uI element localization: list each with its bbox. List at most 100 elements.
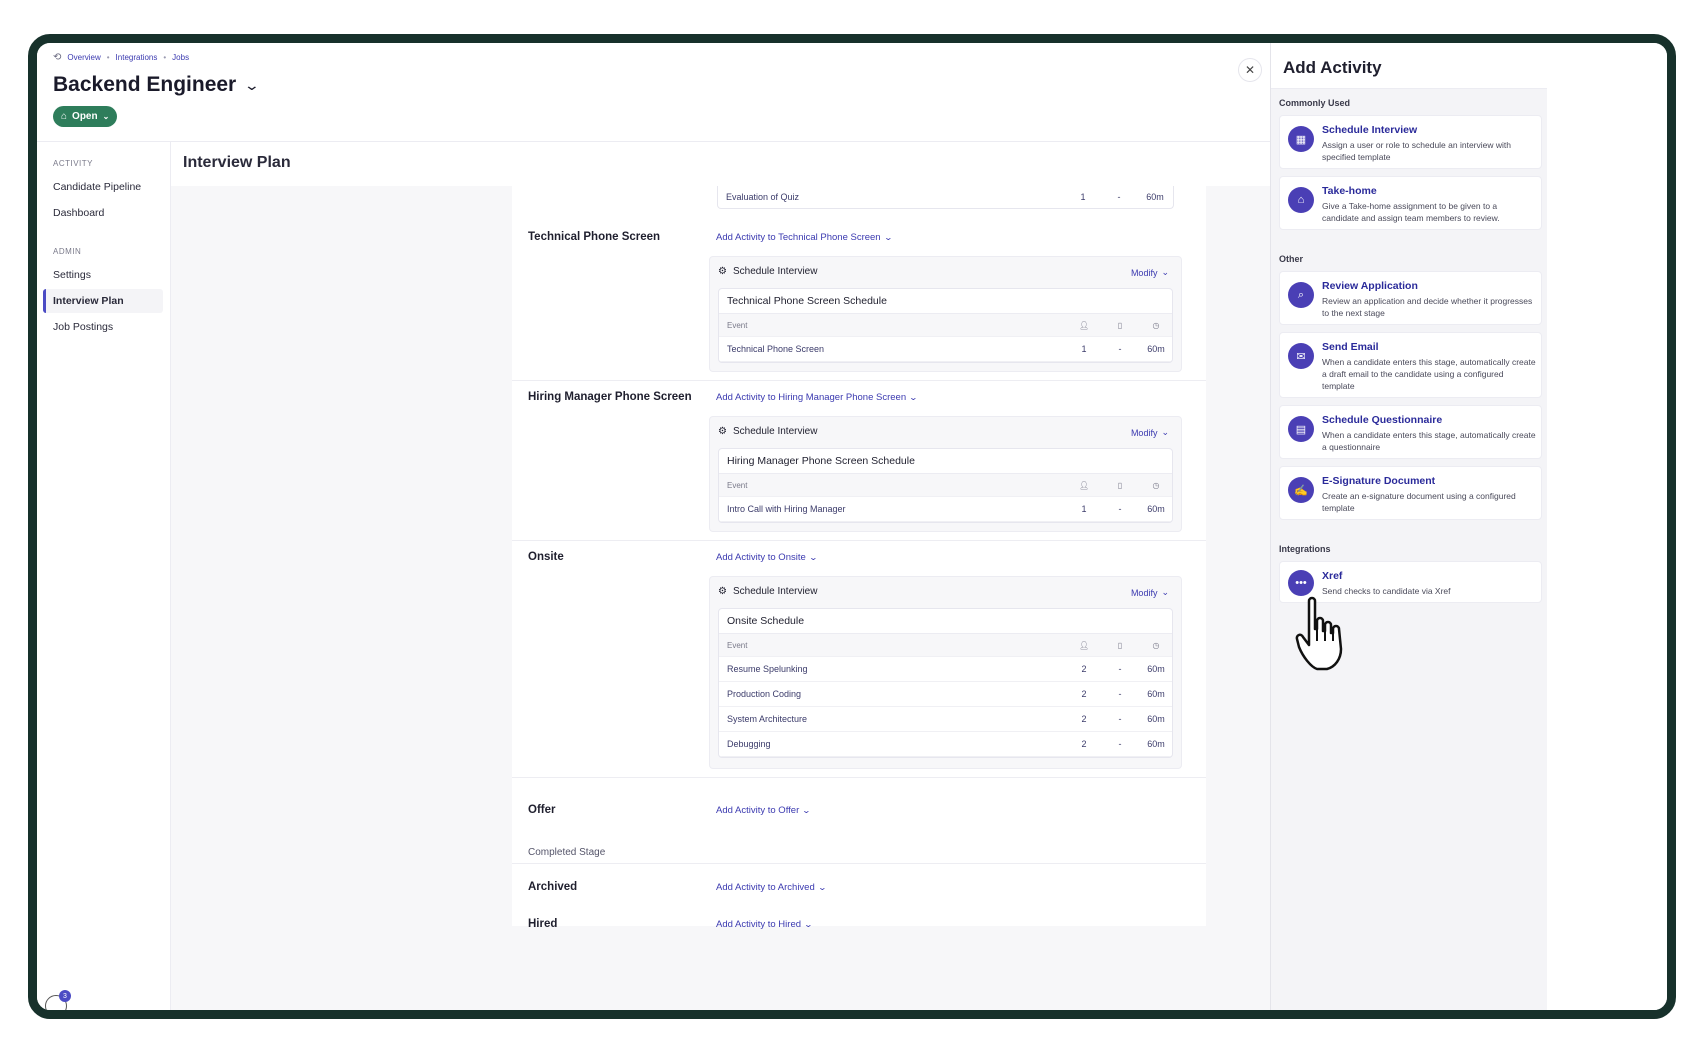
activity-header: ⚙ Schedule Interview — [718, 586, 817, 597]
modify-label: Modify — [1130, 267, 1158, 278]
activity-option-review-application[interactable]: ⌕ Review Application Review an applicati… — [1279, 271, 1542, 325]
job-status-label: Open — [72, 111, 98, 122]
close-drawer-button[interactable]: ✕ — [1238, 58, 1262, 82]
breadcrumb-jobs[interactable]: Jobs — [172, 53, 189, 62]
duration: 60m — [1147, 714, 1165, 724]
previous-schedule-card: Evaluation of Quiz 1 - 60m — [717, 186, 1174, 209]
add-activity-dropdown[interactable]: Add Activity to Technical Phone Screen ⌄ — [716, 232, 893, 243]
add-activity-dropdown[interactable]: Add Activity to Hired ⌄ — [716, 919, 814, 930]
job-title: Backend Engineer — [53, 73, 237, 96]
room-value: - — [1117, 192, 1121, 202]
job-title-dropdown[interactable]: Backend Engineer ⌄ — [53, 73, 260, 97]
chevron-down-icon: ⌄ — [1161, 427, 1169, 437]
nav-item-interview-plan[interactable]: Interview Plan — [43, 289, 163, 313]
modify-button[interactable]: Modify ⌄ — [1131, 587, 1169, 598]
add-activity-dropdown[interactable]: Add Activity to Offer ⌄ — [716, 805, 811, 816]
activity-option-description: When a candidate enters this stage, auto… — [1322, 357, 1536, 391]
interviewer-count: 2 — [1081, 714, 1087, 724]
duration: 60m — [1147, 344, 1165, 354]
modify-button[interactable]: Modify ⌄ — [1131, 267, 1169, 278]
activity-option-description: Give a Take-home assignment to be given … — [1322, 201, 1500, 223]
interviewer-count: 1 — [1081, 344, 1087, 354]
activity-option-schedule-interview[interactable]: ▦ Schedule Interview Assign a user or ro… — [1279, 115, 1542, 169]
stage-name: Technical Phone Screen — [528, 231, 661, 243]
chevron-down-icon: ⌄ — [908, 393, 919, 402]
person-icon: 👤︎ — [1079, 320, 1090, 330]
add-activity-label: Add Activity to Hiring Manager Phone Scr… — [716, 392, 907, 403]
interview-plan-panel: Evaluation of Quiz 1 - 60m Technical Pho… — [512, 186, 1206, 930]
nav-item-dashboard[interactable]: Dashboard — [43, 201, 163, 225]
building-icon: ⌂ — [61, 111, 68, 122]
event-name: Debugging — [727, 739, 771, 749]
add-activity-label: Add Activity to Hired — [716, 919, 802, 930]
duration: 60m — [1146, 192, 1164, 202]
gear-icon: ⚙ — [718, 266, 727, 277]
activity-option-description: When a candidate enters this stage, auto… — [1322, 430, 1536, 452]
breadcrumb-integrations[interactable]: Integrations — [116, 53, 158, 62]
job-status-button[interactable]: ⌂ Open ⌄ — [53, 106, 118, 127]
add-activity-dropdown[interactable]: Add Activity to Archived ⌄ — [716, 882, 827, 893]
duration: 60m — [1147, 689, 1165, 699]
activity-header: ⚙ Schedule Interview — [718, 426, 817, 437]
nav-item-settings[interactable]: Settings — [43, 263, 163, 287]
breadcrumb-overview[interactable]: Overview — [67, 53, 100, 62]
completed-stage-heading: Completed Stage — [528, 847, 606, 858]
stage-name: Offer — [528, 804, 556, 816]
calendar-icon: ▦ — [1288, 126, 1314, 152]
modify-button[interactable]: Modify ⌄ — [1131, 427, 1169, 438]
activity-type: Schedule Interview — [732, 266, 818, 277]
gear-icon: ⚙ — [718, 586, 727, 597]
screen-frame: ⟲ Overview • Integrations • Jobs Backend… — [28, 34, 1676, 1019]
interviewer-count: 1 — [1080, 192, 1086, 202]
modify-label: Modify — [1130, 587, 1158, 598]
activity-option-send-email[interactable]: ✉ Send Email When a candidate enters thi… — [1279, 332, 1542, 398]
schedule-title: Hiring Manager Phone Screen Schedule — [719, 449, 1172, 474]
stage-divider — [512, 863, 1206, 864]
table-row[interactable]: Intro Call with Hiring Manager 1 - 60m — [719, 497, 1172, 522]
table-row[interactable]: Production Coding 2 - 60m — [719, 682, 1172, 707]
page-title: Interview Plan — [183, 154, 291, 171]
close-icon: ✕ — [1244, 63, 1256, 77]
chevron-down-icon: ⌄ — [883, 233, 893, 242]
interviewer-count: 2 — [1081, 739, 1087, 749]
add-activity-dropdown[interactable]: Add Activity to Hiring Manager Phone Scr… — [716, 392, 919, 403]
activity-option-schedule-questionnaire[interactable]: ▤ Schedule Questionnaire When a candidat… — [1279, 405, 1542, 459]
activity-option-title: Schedule Questionnaire — [1322, 414, 1443, 426]
table-row[interactable]: Technical Phone Screen 1 - 60m — [719, 337, 1172, 362]
person-icon: 👤︎ — [1079, 480, 1090, 490]
chat-icon[interactable]: 3 — [45, 990, 71, 1010]
activity-card: ⚙ Schedule Interview Modify ⌄ Hiring Man… — [709, 416, 1182, 532]
room-value: - — [1118, 664, 1122, 674]
duration: 60m — [1147, 739, 1165, 749]
room-icon: ▯ — [1117, 480, 1123, 490]
stage-divider — [512, 777, 1206, 778]
table-row[interactable]: System Architecture 2 - 60m — [719, 707, 1172, 732]
event-name: Evaluation of Quiz — [726, 192, 800, 202]
breadcrumb-separator: • — [106, 53, 110, 62]
event-name: System Architecture — [727, 714, 808, 724]
activity-type: Schedule Interview — [732, 586, 818, 597]
chevron-down-icon: ⌄ — [1161, 267, 1169, 277]
table-row[interactable]: Resume Spelunking 2 - 60m — [719, 657, 1172, 682]
nav-item-candidate-pipeline[interactable]: Candidate Pipeline — [43, 175, 163, 199]
nav-item-job-postings[interactable]: Job Postings — [43, 315, 163, 339]
stage-name: Archived — [528, 881, 578, 893]
activity-option-e-signature[interactable]: ✍ E-Signature Document Create an e-signa… — [1279, 466, 1542, 520]
add-activity-dropdown[interactable]: Add Activity to Onsite ⌄ — [716, 552, 818, 563]
table-row[interactable]: Debugging 2 - 60m — [719, 732, 1172, 757]
schedule-table: Technical Phone Screen Schedule Event 👤︎… — [718, 288, 1173, 363]
schedule-table: Hiring Manager Phone Screen Schedule Eve… — [718, 448, 1173, 523]
room-icon: ▯ — [1117, 640, 1123, 650]
table-row[interactable]: Evaluation of Quiz 1 - 60m — [718, 186, 1173, 208]
room-icon: ▯ — [1117, 320, 1123, 330]
table-header: Event 👤︎ ▯ ◷ — [719, 474, 1172, 497]
notification-count-badge: 3 — [59, 990, 71, 1002]
drawer-title: Add Activity — [1271, 43, 1547, 89]
chevron-down-icon: ⌄ — [803, 920, 814, 929]
stage-name: Hiring Manager Phone Screen — [528, 391, 692, 403]
duration: 60m — [1147, 664, 1165, 674]
activity-option-description: Create an e-signature document using a c… — [1322, 491, 1516, 513]
activity-option-take-home[interactable]: ⌂ Take-home Give a Take-home assignment … — [1279, 176, 1542, 230]
signature-icon: ✍ — [1288, 477, 1314, 503]
history-icon[interactable]: ⟲ — [53, 52, 61, 63]
